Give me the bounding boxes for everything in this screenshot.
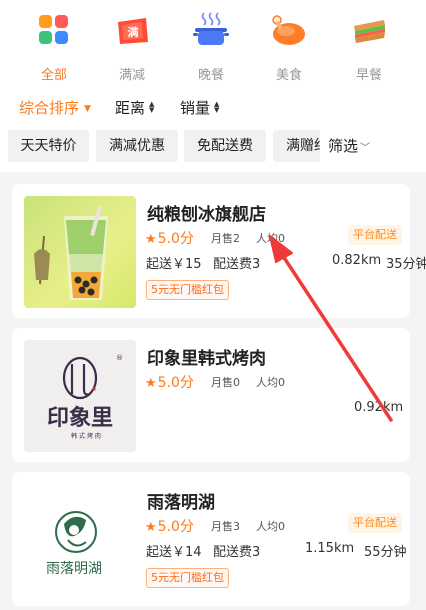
distance: 0.92km: [354, 400, 404, 415]
filter-chip-discount[interactable]: 满减优惠: [96, 130, 178, 162]
category-food[interactable]: 美食: [254, 6, 324, 86]
sort-toggle-icon: ▲ ▼: [149, 100, 155, 114]
avg-price: 人均0: [256, 376, 285, 389]
star-icon: ★: [145, 376, 157, 391]
star-icon: ★: [145, 520, 157, 535]
sort-comprehensive[interactable]: 综合排序 ▼: [19, 94, 91, 122]
roast-chicken-icon: [272, 15, 305, 45]
sandwich-icon: [354, 20, 385, 43]
store-card[interactable]: ® 印象里 韩 式 烤 肉 印象里韩式烤肉 ★5.0分 月售0 人均0 0.92…: [12, 328, 410, 462]
monthly-sales: 月售0: [211, 376, 240, 389]
filter-more-label: 筛选: [328, 137, 359, 155]
sort-toggle-icon: ▲ ▼: [214, 100, 220, 114]
filter-more-button[interactable]: 筛选 ﹀: [320, 130, 371, 162]
caret-down-icon: ▼: [84, 104, 91, 114]
category-discount[interactable]: 满 满减: [97, 6, 167, 86]
store-card[interactable]: 雨落明湖 雨落明湖 ★5.0分 月售3 人均0 平台配送 起送￥14 配送费3 …: [12, 472, 410, 606]
all-grid-icon: [39, 15, 68, 44]
logo-mark: ®: [116, 354, 123, 362]
store-card[interactable]: 纯粮刨冰旗舰店 ★5.0分 月售2 人均0 平台配送 起送￥15 配送费3 0.…: [12, 184, 426, 318]
sort-label: 销量: [180, 99, 211, 117]
delivery-fee: 配送费3: [213, 257, 261, 272]
monthly-sales: 月售3: [211, 520, 240, 533]
promo-tag: 5元无门槛红包: [146, 568, 229, 588]
store-rating: ★5.0分: [145, 372, 194, 392]
filter-bar: 天天特价 满减优惠 免配送费 满赠红包 筛选 ﹀: [0, 130, 426, 162]
delivery-fee: 配送费3: [213, 545, 261, 560]
discount-ticket-icon: 满: [118, 18, 148, 44]
platform-delivery-badge: 平台配送: [348, 225, 402, 245]
distance: 1.15km: [305, 541, 355, 556]
store-name: 雨落明湖: [147, 493, 215, 513]
category-label: 全部: [40, 68, 67, 83]
store-name: 印象里韩式烤肉: [147, 349, 266, 369]
dinner-pot-icon: [193, 12, 229, 45]
sort-distance[interactable]: 距离 ▲ ▼: [115, 94, 154, 122]
logo-text: 雨落明湖: [46, 561, 102, 577]
category-label: 早餐: [355, 68, 382, 83]
category-label: 晚餐: [197, 68, 224, 83]
store-name: 纯粮刨冰旗舰店: [147, 205, 266, 225]
delivery-time: 35分钟: [386, 257, 426, 272]
category-all[interactable]: 全部: [19, 6, 89, 86]
avg-price: 人均0: [256, 232, 285, 245]
logo-subtext: 韩 式 烤 肉: [71, 432, 101, 440]
sort-label: 距离: [115, 99, 146, 117]
filter-chip-daily-deal[interactable]: 天天特价: [8, 130, 89, 162]
store-logo: 雨落明湖: [24, 484, 136, 596]
store-logo: ® 印象里 韩 式 烤 肉: [24, 340, 136, 452]
sort-sales[interactable]: 销量 ▲ ▼: [180, 94, 219, 122]
sort-label: 综合排序: [19, 99, 80, 117]
rating-value: 5.0分: [157, 519, 194, 535]
min-order: 起送￥14: [146, 545, 202, 560]
category-bar: 全部 满 满减 晚餐 美食 早餐: [0, 0, 426, 90]
store-image: [24, 196, 136, 308]
min-order: 起送￥15: [146, 257, 202, 272]
avg-price: 人均0: [256, 520, 285, 533]
filter-chip-free-delivery[interactable]: 免配送费: [184, 130, 266, 162]
category-label: 满减: [118, 68, 145, 83]
store-rating: ★5.0分: [145, 516, 194, 536]
category-label: 美食: [275, 68, 302, 83]
discount-icon-text: 满: [128, 25, 139, 39]
category-dinner[interactable]: 晚餐: [176, 6, 246, 86]
delivery-time: 55分钟: [364, 545, 407, 560]
rating-value: 5.0分: [157, 231, 194, 247]
chevron-down-icon: ﹀: [360, 143, 371, 154]
star-icon: ★: [145, 232, 157, 247]
platform-delivery-badge: 平台配送: [348, 513, 402, 533]
sort-bar: 综合排序 ▼ 距离 ▲ ▼ 销量 ▲ ▼: [0, 94, 426, 122]
store-rating: ★5.0分: [145, 228, 194, 248]
logo-text: 印象里: [47, 405, 113, 431]
top-panel: 全部 满 满减 晚餐 美食 早餐 综合排序 ▼ 距离 ▲ ▼ 销量 ▲ ▼ 天天…: [0, 0, 426, 172]
monthly-sales: 月售2: [211, 232, 240, 245]
distance: 0.82km: [332, 253, 382, 268]
promo-tag: 5元无门槛红包: [146, 280, 229, 300]
category-breakfast[interactable]: 早餐: [334, 6, 404, 86]
rating-value: 5.0分: [157, 375, 194, 391]
